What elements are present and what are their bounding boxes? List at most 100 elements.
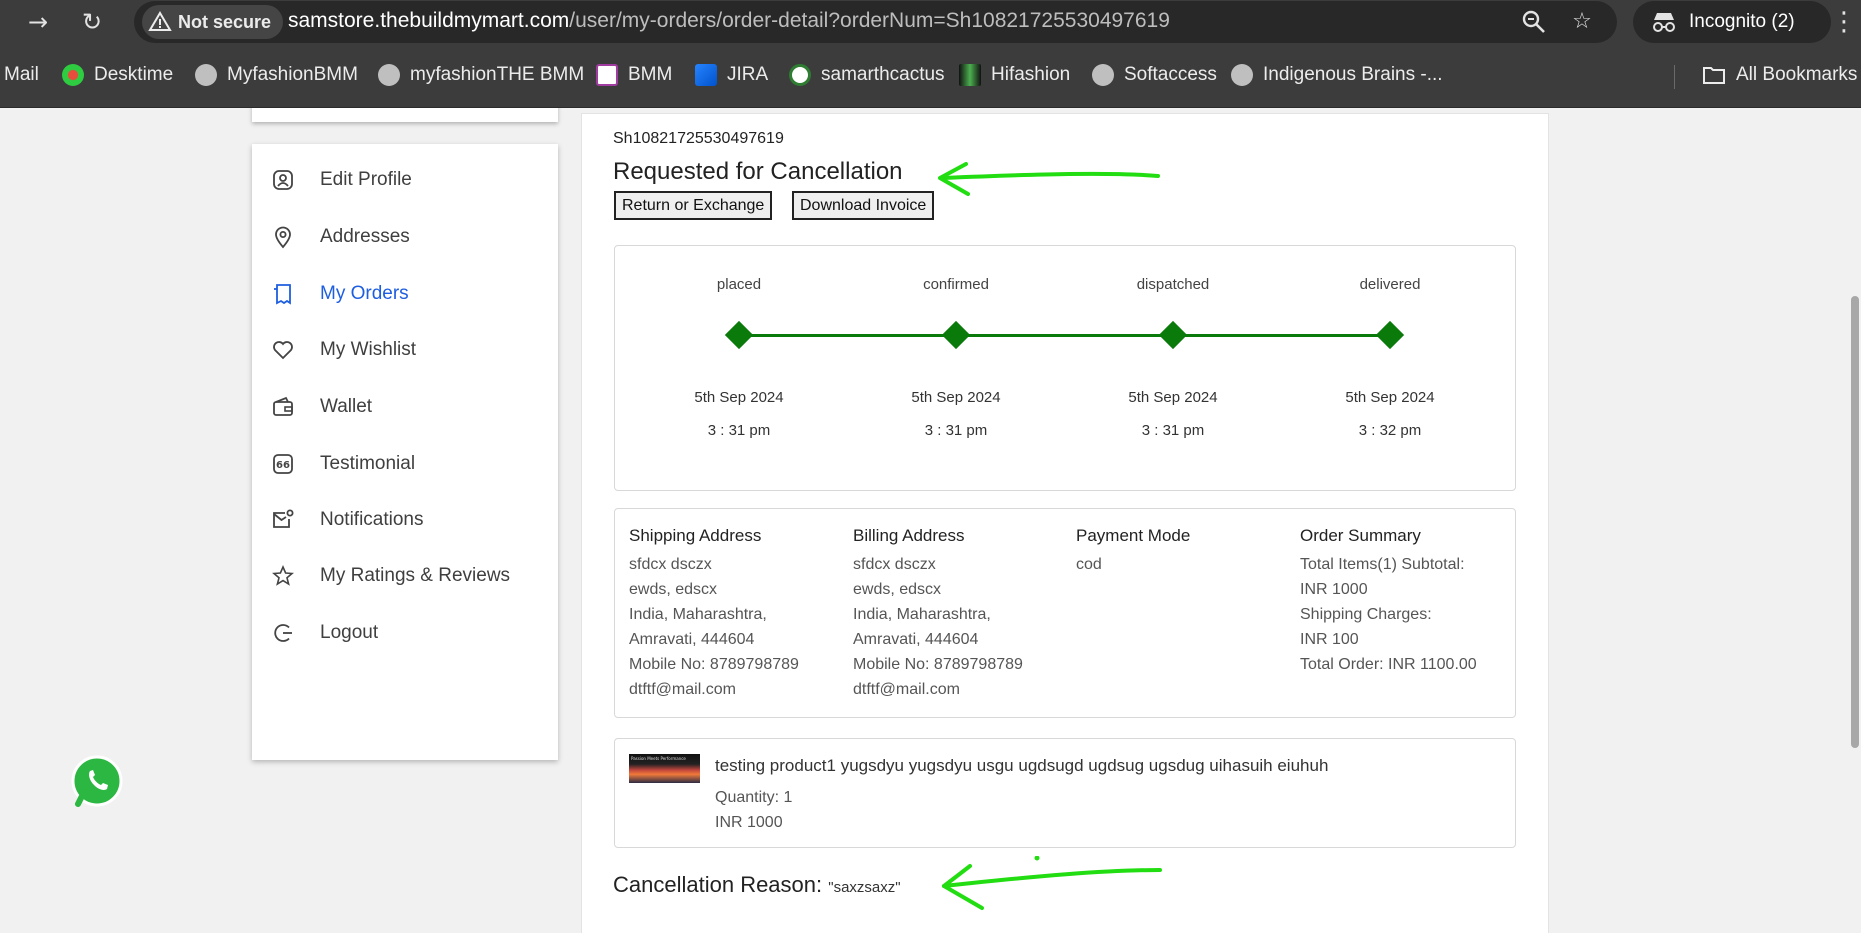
zoom-icon[interactable]	[1520, 8, 1548, 36]
reload-icon[interactable]: ↻	[76, 6, 108, 38]
incognito-indicator[interactable]: Incognito (2)	[1633, 1, 1831, 43]
payment-mode-heading: Payment Mode	[1076, 526, 1191, 545]
forward-icon[interactable]: →	[22, 6, 54, 38]
summary-line: INR 100	[1300, 631, 1359, 648]
address-line: Amravati, 444604	[629, 631, 755, 648]
scrollbar-thumb[interactable]	[1851, 296, 1859, 748]
bookmark-mail[interactable]: Mail	[4, 60, 39, 90]
return-exchange-button[interactable]: Return or Exchange	[614, 191, 773, 220]
bookmark-desktime[interactable]: Desktime	[62, 60, 173, 90]
thumbnail-caption: Passion Meets Performance	[631, 756, 686, 761]
cancellation-reason: Cancellation Reason: "saxzsaxz"	[613, 872, 901, 898]
tracking-stage-label: placed	[716, 276, 762, 293]
bookmark-label: myfashionTHE BMM	[410, 64, 585, 85]
billing-address: Billing Address sfdcx dsczx ewds, edscx …	[853, 523, 1073, 702]
bookmark-jira[interactable]: JIRA	[695, 60, 768, 90]
summary-line: Total Items(1) Subtotal:	[1300, 556, 1465, 573]
tracking-stage-date: 5th Sep 2024	[1345, 389, 1435, 406]
summary-line: Total Order: INR 1100.00	[1300, 656, 1477, 673]
product-thumbnail[interactable]: Passion Meets Performance	[629, 754, 700, 783]
warning-icon	[148, 10, 172, 34]
address-line: India, Maharashtra,	[629, 606, 767, 623]
tracking-stage-label: delivered	[1359, 276, 1421, 293]
bookmark-label: Hifashion	[991, 64, 1071, 85]
order-summary: Order Summary Total Items(1) Subtotal: I…	[1300, 523, 1520, 677]
security-indicator[interactable]: Not secure	[142, 5, 284, 39]
address-line: India, Maharashtra,	[853, 606, 991, 623]
folder-icon	[1703, 67, 1725, 84]
browser-toolbar: → ↻ Not secure samstore.thebuildmymart.c…	[0, 0, 1861, 43]
bookmark-label: JIRA	[727, 64, 769, 85]
incognito-label: Incognito (2)	[1689, 11, 1795, 32]
shipping-address: Shipping Address sfdcx dsczx ewds, edscx…	[629, 523, 849, 702]
bookmark-label: Softaccess	[1124, 64, 1217, 85]
tracking-stage-date: 5th Sep 2024	[1128, 389, 1218, 406]
payment-mode: Payment Mode cod	[1076, 523, 1296, 577]
bookmark-label: samarthcactus	[821, 64, 945, 85]
all-bookmarks[interactable]: All Bookmarks	[1702, 60, 1857, 90]
product-meta: Quantity: 1 INR 1000	[715, 785, 792, 835]
order-detail-content: Sh10821725530497619 Requested for Cancel…	[0, 108, 1861, 933]
bookmark-softaccess[interactable]: Softaccess	[1092, 60, 1217, 90]
bookmark-label: BMM	[628, 64, 673, 85]
billing-address-heading: Billing Address	[853, 526, 965, 545]
address-line: dtftf@mail.com	[629, 681, 736, 698]
address-line: sfdcx dsczx	[629, 556, 712, 573]
whatsapp-icon[interactable]	[70, 754, 124, 808]
tracking-stage-date: 5th Sep 2024	[694, 389, 784, 406]
tracking-stage-time: 3 : 32 pm	[1358, 422, 1422, 439]
annotation-arrow-icon	[938, 162, 1160, 196]
globe-icon	[195, 64, 217, 86]
product-price: INR 1000	[715, 814, 783, 831]
desktime-favicon-icon	[62, 64, 84, 86]
bookmark-bmm[interactable]: BMM	[596, 60, 672, 90]
tracking-stage-label: dispatched	[1136, 276, 1210, 293]
tracking-stage-date: 5th Sep 2024	[911, 389, 1001, 406]
bookmarks-bar: Mail Desktime MyfashionBMM myfashionTHE …	[0, 43, 1861, 108]
bookmark-label: Mail	[4, 64, 39, 85]
bookmark-myfashionbmm[interactable]: MyfashionBMM	[195, 60, 358, 90]
bookmark-label: Desktime	[94, 64, 174, 85]
bookmarks-divider	[1674, 65, 1675, 89]
bookmark-samarthcactus[interactable]: samarthcactus	[789, 60, 945, 90]
address-line: Mobile No: 8789798789	[629, 656, 799, 673]
order-summary-heading: Order Summary	[1300, 526, 1421, 545]
address-line: dtftf@mail.com	[853, 681, 960, 698]
address-line: Mobile No: 8789798789	[853, 656, 1023, 673]
annotation-arrow-icon	[942, 856, 1162, 910]
payment-mode-value: cod	[1076, 556, 1102, 573]
tracking-stage-label: confirmed	[923, 276, 989, 293]
address-line: ewds, edscx	[853, 581, 942, 598]
product-quantity: Quantity: 1	[715, 789, 793, 806]
cancellation-reason-label: Cancellation Reason:	[613, 872, 823, 897]
bookmark-label: MyfashionBMM	[227, 64, 358, 85]
globe-icon	[1231, 64, 1253, 86]
tracking-stage-time: 3 : 31 pm	[924, 422, 988, 439]
globe-icon	[378, 64, 400, 86]
bmm-favicon-icon	[596, 64, 618, 86]
product-name[interactable]: testing product1 yugsdyu yugsdyu usgu ug…	[715, 756, 1328, 776]
download-invoice-button[interactable]: Download Invoice	[792, 191, 935, 220]
order-status-title: Requested for Cancellation	[613, 158, 903, 185]
bookmark-hifashion[interactable]: Hifashion	[959, 60, 1070, 90]
cactus-favicon-icon	[789, 64, 811, 86]
bookmark-myfashionthebmm[interactable]: myfashionTHE BMM	[378, 60, 584, 90]
bookmark-star-icon[interactable]: ☆	[1568, 8, 1596, 36]
browser-menu-icon[interactable]: ⋮	[1830, 6, 1858, 38]
globe-icon	[1092, 64, 1114, 86]
address-line: Amravati, 444604	[853, 631, 979, 648]
url-path: /user/my-orders/order-detail?orderNum=Sh…	[569, 9, 1170, 32]
security-label: Not secure	[178, 11, 272, 32]
incognito-icon	[1653, 13, 1675, 32]
tracking-progress-line	[738, 334, 1390, 337]
bookmark-indigenous-brains[interactable]: Indigenous Brains -...	[1231, 60, 1443, 90]
url-host: samstore.thebuildmymart.com	[288, 9, 570, 32]
hifashion-favicon-icon	[959, 64, 981, 86]
tracking-stage-time: 3 : 31 pm	[707, 422, 771, 439]
address-line: ewds, edscx	[629, 581, 718, 598]
bookmark-label: Indigenous Brains -...	[1263, 64, 1443, 85]
url-text[interactable]: samstore.thebuildmymart.com/user/my-orde…	[288, 9, 1170, 33]
address-line: sfdcx dsczx	[853, 556, 936, 573]
summary-line: Shipping Charges:	[1300, 606, 1432, 623]
shipping-address-heading: Shipping Address	[629, 526, 762, 545]
